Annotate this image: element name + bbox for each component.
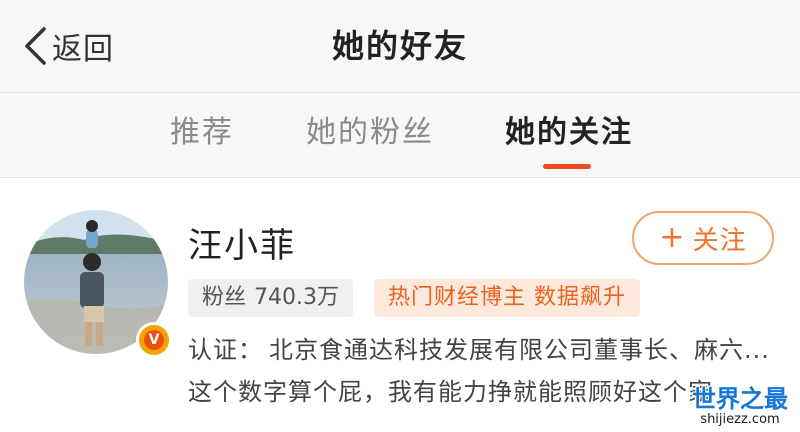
verify-text: 北京食通达科技发展有限公司董事长、麻六... [269, 336, 770, 364]
verification-info: 认证： 北京食通达科技发展有限公司董事长、麻六... [188, 330, 770, 365]
watermark-sub: shijiezz.com [700, 412, 780, 427]
user-name[interactable]: 汪小菲 [188, 218, 296, 267]
tab-bar: 推荐 她的粉丝 她的关注 [0, 93, 800, 178]
verify-label: 认证： [188, 336, 263, 364]
hot-blogger-tag: 热门财经博主 数据飙升 [374, 279, 640, 317]
page-title: 她的好友 [331, 27, 468, 65]
verified-v: V [144, 330, 164, 350]
watermark-main: 世界之最 [692, 385, 788, 413]
avatar-container[interactable]: V [24, 210, 172, 358]
nav-bar: 返回 她的好友 [0, 0, 800, 93]
active-tab-indicator [543, 164, 591, 169]
tab-recommend[interactable]: 推荐 [170, 107, 234, 159]
fans-count: 740.3万 [254, 285, 339, 310]
fans-count-tag: 粉丝 740.3万 [188, 279, 353, 317]
user-bio: 这个数字算个屁，我有能力挣就能照顾好这个家 [188, 378, 713, 406]
tab-her-following[interactable]: 她的关注 [505, 107, 633, 159]
plus-icon: + [659, 220, 685, 255]
follow-button[interactable]: + 关注 [632, 211, 774, 265]
fans-label: 粉丝 [202, 285, 247, 310]
watermark-logo: 世界之最 shijiezz.com [684, 386, 796, 427]
verified-badge-icon: V [136, 322, 172, 358]
tab-her-fans[interactable]: 她的粉丝 [306, 107, 434, 159]
follow-label: 关注 [692, 225, 747, 256]
